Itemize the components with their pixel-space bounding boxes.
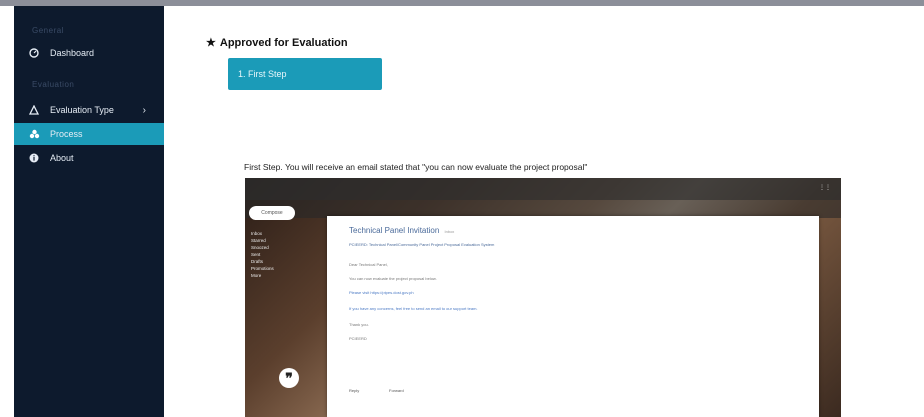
sidebar: General Dashboard Evaluation Evaluation … [14, 6, 164, 417]
chevron-right-icon: › [142, 104, 146, 116]
main-content: ★ Approved for Evaluation 1. First Step … [164, 6, 924, 417]
info-icon [26, 153, 42, 163]
sidebar-item-dashboard[interactable]: Dashboard [14, 42, 164, 64]
email-subject-tag: Inbox [444, 229, 455, 234]
folder-item: Drafts [251, 259, 264, 264]
email-line: You can now evaluate the project proposa… [349, 276, 437, 281]
page-title-text: Approved for Evaluation [219, 36, 348, 49]
email-header: PCIEERD: Technical Panel/Community Panel… [349, 242, 495, 247]
sidebar-item-about[interactable]: About [14, 147, 164, 169]
dashboard-icon [26, 48, 42, 58]
sidebar-item-evaluation-type[interactable]: Evaluation Type › [14, 99, 164, 121]
sidebar-item-label: About [50, 153, 74, 163]
warning-triangle-icon [26, 105, 42, 115]
page-title: ★ Approved for Evaluation [206, 36, 348, 50]
sidebar-item-process[interactable]: Process [14, 123, 164, 145]
forward-button: Forward [389, 388, 404, 393]
process-icon [26, 129, 42, 139]
folder-item: Starred [251, 238, 266, 243]
email-message: Technical Panel Invitation Inbox PCIEERD… [327, 216, 819, 417]
email-line: Dear Technical Panel, [349, 262, 388, 267]
compose-button: Compose [249, 206, 295, 220]
email-line: If you have any concerns, feel free to s… [349, 306, 478, 311]
reply-button: Reply [349, 388, 360, 393]
sidebar-item-label: Dashboard [50, 48, 95, 58]
star-icon: ★ [206, 37, 216, 49]
sidebar-item-label: Evaluation Type [50, 105, 114, 115]
step-description: First Step. You will receive an email st… [244, 162, 588, 172]
folder-item: More [251, 273, 262, 278]
sidebar-section-evaluation: Evaluation [32, 80, 75, 89]
email-line: Thank you. [349, 322, 369, 327]
folder-list: Inbox Starred Snoozed Sent Drafts Promot… [251, 230, 274, 279]
apps-icon: ⋮⋮ [819, 185, 831, 191]
first-step-button[interactable]: 1. First Step [228, 58, 382, 90]
email-subject: Technical Panel Invitation Inbox [349, 226, 454, 235]
email-subject-text: Technical Panel Invitation [349, 226, 440, 235]
gmail-topbar [245, 178, 841, 200]
email-screenshot: ⋮⋮ Compose Inbox Starred Snoozed Sent Dr… [245, 178, 841, 417]
sidebar-section-general: General [32, 26, 64, 35]
folder-item: Sent [251, 252, 261, 257]
email-line-link: Please visit https://ptpes.dost.gov.ph [349, 290, 414, 295]
email-line: PCIEERD [349, 336, 367, 341]
folder-item: Inbox [251, 231, 263, 236]
folder-item: Promotions [251, 266, 274, 271]
hangouts-quote-icon: ❞ [279, 368, 299, 388]
folder-item: Snoozed [251, 245, 269, 250]
sidebar-item-label: Process [50, 129, 83, 139]
